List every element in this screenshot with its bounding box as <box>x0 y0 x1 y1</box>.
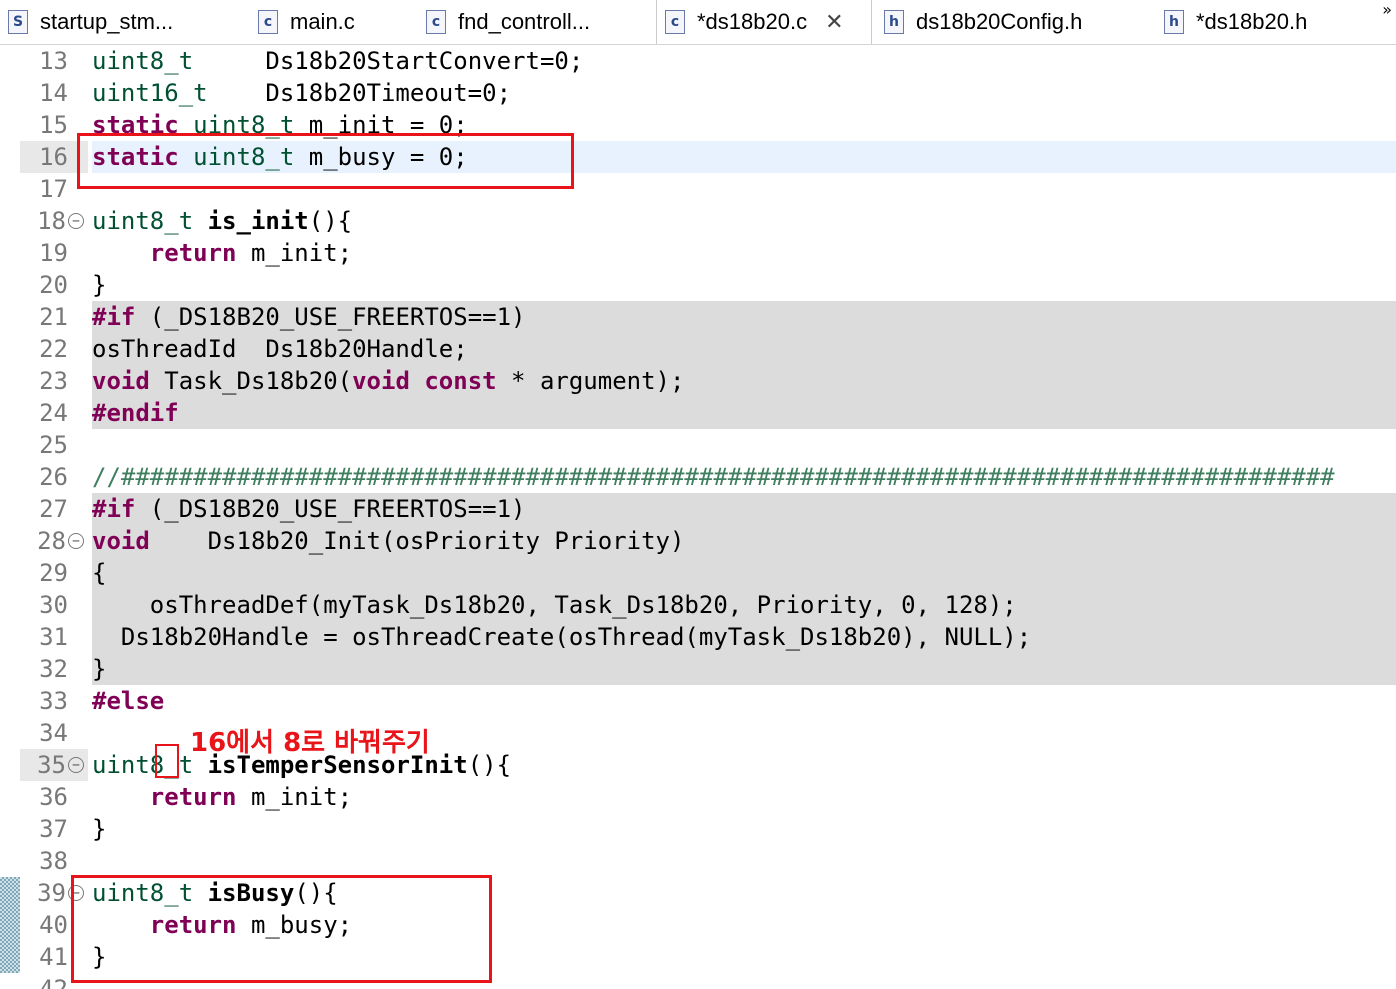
change-marker <box>0 877 20 973</box>
code-line: 37 } <box>20 813 1396 845</box>
tab-label: *ds18b20.c <box>697 9 808 34</box>
line-number: 25 <box>39 431 68 459</box>
code-line: 27 #if (_DS18B20_USE_FREERTOS==1) <box>20 493 1396 525</box>
line-number: 17 <box>39 175 68 203</box>
editor-tab-bar: S startup_stm... c main.c c fnd_controll… <box>0 0 1396 45</box>
line-number: 30 <box>39 591 68 619</box>
tab-startup[interactable]: S startup_stm... <box>0 0 240 44</box>
line-number: 14 <box>39 79 68 107</box>
code-line: 14 uint16_t Ds18b20Timeout=0; <box>20 77 1396 109</box>
line-number: 23 <box>39 367 68 395</box>
line-number: 35 <box>37 751 66 779</box>
code-line: 19 return m_init; <box>20 237 1396 269</box>
code-line: 24 #endif <box>20 397 1396 429</box>
line-number: 29 <box>39 559 68 587</box>
line-number: 26 <box>39 463 68 491</box>
c-file-icon: c <box>665 10 685 34</box>
header-file-icon: h <box>1164 10 1184 34</box>
line-number: 15 <box>39 111 68 139</box>
highlight-box-isbusy <box>71 875 492 983</box>
highlight-box-digit <box>155 744 179 778</box>
tab-label: *ds18b20.h <box>1196 9 1308 34</box>
tab-main-c[interactable]: c main.c <box>250 0 415 44</box>
line-number: 33 <box>39 687 68 715</box>
line-number: 22 <box>39 335 68 363</box>
line-number: 16 <box>39 143 68 171</box>
tab-label: ds18b20Config.h <box>916 9 1083 34</box>
code-line: 30 osThreadDef(myTask_Ds18b20, Task_Ds18… <box>20 589 1396 621</box>
c-file-icon: c <box>258 10 278 34</box>
line-number: 19 <box>39 239 68 267</box>
line-number: 21 <box>39 303 68 331</box>
line-number: 36 <box>39 783 68 811</box>
highlight-box-m-busy <box>77 133 574 189</box>
line-number: 41 <box>39 943 68 971</box>
code-line: 36 return m_init; <box>20 781 1396 813</box>
code-line: 20 } <box>20 269 1396 301</box>
code-line: 38 <box>20 845 1396 877</box>
code-line: 23 void Task_Ds18b20(void const * argume… <box>20 365 1396 397</box>
overview-ruler <box>0 45 20 989</box>
line-number: 20 <box>39 271 68 299</box>
fold-collapse-icon[interactable]: − <box>68 757 84 773</box>
code-line: 28 − void Ds18b20_Init(osPriority Priori… <box>20 525 1396 557</box>
tab-label: startup_stm... <box>40 9 174 34</box>
line-number: 27 <box>39 495 68 523</box>
code-line: 29 { <box>20 557 1396 589</box>
line-number: 34 <box>39 719 68 747</box>
line-number: 39 <box>37 879 66 907</box>
tab-overflow-button[interactable]: » <box>1382 0 1392 19</box>
c-file-icon: c <box>426 10 446 34</box>
line-number: 31 <box>39 623 68 651</box>
code-line: 26 //###################################… <box>20 461 1396 493</box>
line-number: 37 <box>39 815 68 843</box>
close-icon[interactable]: ✕ <box>825 9 843 35</box>
line-number: 28 <box>37 527 66 555</box>
code-line: 31 Ds18b20Handle = osThreadCreate(osThre… <box>20 621 1396 653</box>
code-line: 18 − uint8_t is_init(){ <box>20 205 1396 237</box>
code-line: 22 osThreadId Ds18b20Handle; <box>20 333 1396 365</box>
line-number: 42 <box>39 975 68 989</box>
fold-collapse-icon[interactable]: − <box>68 213 84 229</box>
code-line: 13 uint8_t Ds18b20StartConvert=0; <box>20 45 1396 77</box>
code-line: 25 <box>20 429 1396 461</box>
asm-file-icon: S <box>8 10 28 34</box>
line-number: 24 <box>39 399 68 427</box>
line-number: 40 <box>39 911 68 939</box>
tab-ds18b20config-h[interactable]: h ds18b20Config.h <box>876 0 1146 44</box>
fold-collapse-icon[interactable]: − <box>68 533 84 549</box>
tab-label: main.c <box>290 9 355 34</box>
line-number: 38 <box>39 847 68 875</box>
annotation-text: 16에서 8로 바꿔주기 <box>190 728 430 758</box>
line-number: 18 <box>37 207 66 235</box>
tab-fnd-controller[interactable]: c fnd_controll... <box>418 0 654 44</box>
tab-label: fnd_controll... <box>458 9 591 34</box>
code-line: 32 } <box>20 653 1396 685</box>
header-file-icon: h <box>884 10 904 34</box>
code-line: 33 #else <box>20 685 1396 717</box>
line-number: 32 <box>39 655 68 683</box>
line-number: 13 <box>39 47 68 75</box>
tab-ds18b20-h[interactable]: h *ds18b20.h <box>1156 0 1376 44</box>
tab-ds18b20-c[interactable]: c *ds18b20.c ✕ <box>656 0 872 44</box>
code-line: 21 #if (_DS18B20_USE_FREERTOS==1) <box>20 301 1396 333</box>
